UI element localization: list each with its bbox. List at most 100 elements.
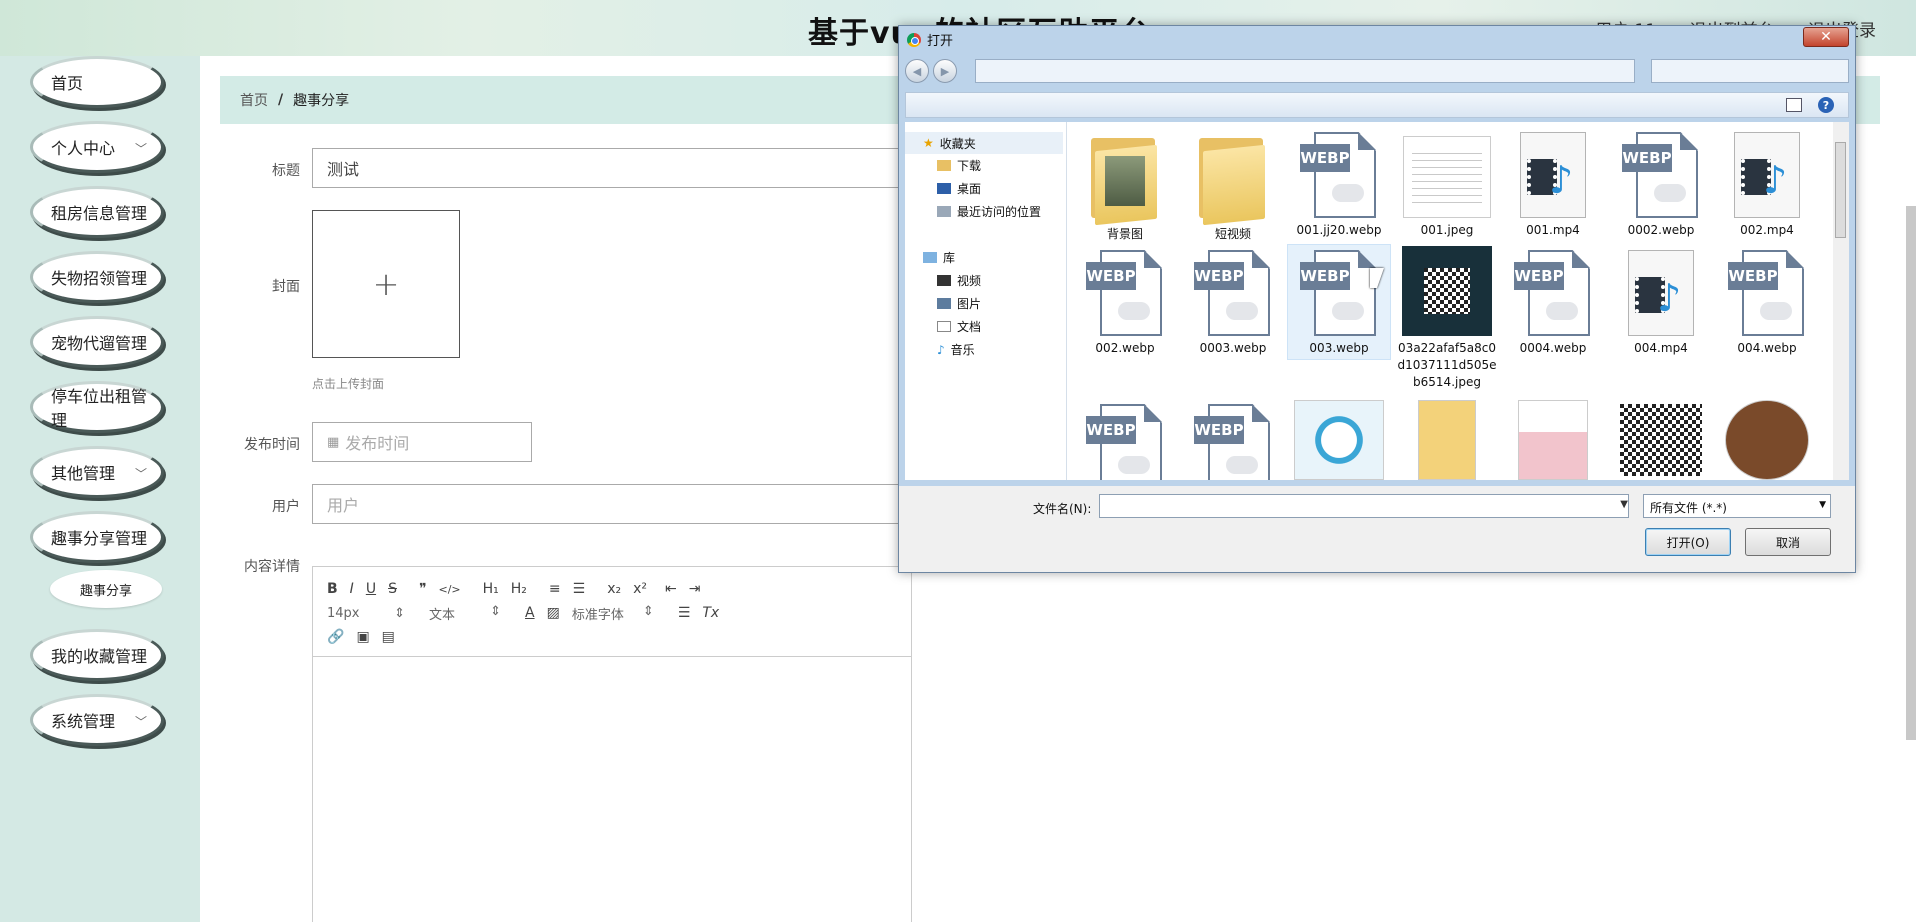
file-item[interactable]: 短视频 [1183, 132, 1283, 243]
file-item[interactable] [1717, 400, 1817, 480]
background-color-icon[interactable]: ▨ [547, 605, 560, 621]
nav-libraries[interactable]: 库 [923, 249, 955, 266]
file-item[interactable]: WEBP 001.jj20.webp [1289, 132, 1389, 239]
publish-time-picker[interactable]: ▦ 发布时间 [312, 422, 532, 462]
nav-desktop[interactable]: 桌面 [937, 180, 981, 197]
scrollbar-thumb[interactable] [1835, 142, 1846, 238]
nav-favorites[interactable]: ★ 收藏夹 [905, 132, 1063, 154]
open-button[interactable]: 打开(O) [1645, 528, 1731, 556]
image-icon[interactable]: ▣ [356, 629, 369, 645]
subscript-icon[interactable]: x₂ [607, 581, 621, 597]
close-button[interactable]: ✕ [1803, 27, 1849, 47]
file-item[interactable]: WEBP [1075, 404, 1175, 480]
webp-file-icon: WEBP [1300, 250, 1378, 336]
file-item[interactable]: 001.jpeg [1397, 136, 1497, 239]
file-name: 004.mp4 [1634, 341, 1688, 355]
file-item[interactable] [1289, 400, 1389, 480]
file-item-selected[interactable]: WEBP 003.webp [1287, 244, 1391, 360]
qr-image-thumbnail-icon [1616, 400, 1706, 480]
sidebar-item-pet-walking[interactable]: 宠物代遛管理 [30, 316, 164, 368]
address-bar[interactable] [975, 59, 1635, 83]
sidebar-item-rental[interactable]: 租房信息管理 [30, 186, 164, 238]
font-color-icon[interactable]: A [525, 605, 535, 621]
help-icon[interactable]: ? [1818, 97, 1834, 113]
page-scrollbar[interactable] [1906, 206, 1916, 740]
file-item[interactable]: WEBP [1183, 404, 1283, 480]
file-name: 002.mp4 [1740, 223, 1794, 237]
superscript-icon[interactable]: x² [633, 581, 647, 597]
nav-recent[interactable]: 最近访问的位置 [937, 203, 1041, 220]
clear-format-icon[interactable]: Tx [702, 605, 719, 621]
preview-pane-icon[interactable] [1786, 98, 1802, 112]
sidebar-item-label: 个人中心 [51, 139, 116, 158]
strike-icon[interactable]: S [388, 581, 397, 597]
file-item[interactable]: WEBP 0002.webp [1611, 132, 1711, 239]
outdent-icon[interactable]: ⇤ [665, 581, 677, 597]
select-arrows-icon: ⇕ [394, 605, 405, 621]
file-item[interactable] [1503, 400, 1603, 480]
underline-icon[interactable]: U [366, 581, 376, 597]
rich-text-editor[interactable]: B I U S ❞ </> H₁ H₂ ≡ ☰ x₂ x² ⇤ ⇥ 14px ⇕ … [312, 566, 912, 922]
filename-input[interactable]: ▼ [1099, 494, 1629, 518]
nav-downloads[interactable]: 下载 [937, 157, 981, 174]
sidebar-item-system[interactable]: 系统管理 ﹀ [30, 694, 164, 746]
text-style-select[interactable]: 文本 ⇕ [429, 604, 513, 623]
sidebar-item-parking[interactable]: 停车位出租管理 [30, 381, 164, 433]
breadcrumb-home[interactable]: 首页 [240, 90, 268, 110]
sidebar-item-favorites[interactable]: 我的收藏管理 [30, 629, 164, 681]
nav-documents[interactable]: 文档 [937, 318, 981, 335]
sidebar-item-fun-share[interactable]: 趣事分享管理 [30, 511, 164, 563]
file-item[interactable]: WEBP 004.webp [1717, 250, 1817, 357]
link-icon[interactable]: 🔗 [327, 629, 344, 645]
file-item[interactable] [1611, 400, 1711, 480]
recent-places-icon [937, 206, 951, 217]
sidebar-item-home[interactable]: 首页 [30, 56, 164, 108]
filetype-select[interactable]: 所有文件 (*.*) ▼ [1643, 494, 1831, 518]
file-item[interactable]: ♪ 002.mp4 [1717, 132, 1817, 239]
font-size-select[interactable]: 14px ⇕ [327, 606, 417, 621]
chevron-down-icon[interactable]: ▼ [1620, 499, 1628, 510]
sidebar-item-lost-found[interactable]: 失物招领管理 [30, 251, 164, 303]
indent-icon[interactable]: ⇥ [689, 581, 701, 597]
nav-pictures[interactable]: 图片 [937, 295, 981, 312]
file-item[interactable]: WEBP 0004.webp [1503, 250, 1603, 357]
cancel-button[interactable]: 取消 [1745, 528, 1831, 556]
sidebar-item-personal-center[interactable]: 个人中心 ﹀ [30, 121, 164, 173]
code-icon[interactable]: </> [439, 583, 461, 596]
music-note-icon: ♪ [937, 342, 945, 357]
file-item[interactable]: ♪ 004.mp4 [1611, 250, 1711, 357]
dialog-navbar: ◀ ▶ [905, 56, 1849, 86]
cover-upload[interactable]: + [312, 210, 460, 358]
italic-icon[interactable]: I [350, 581, 354, 597]
file-item[interactable] [1397, 400, 1497, 480]
nav-music[interactable]: ♪ 音乐 [937, 341, 975, 358]
bold-icon[interactable]: B [327, 581, 338, 597]
align-icon[interactable]: ☰ [678, 605, 691, 621]
heading1-icon[interactable]: H₁ [483, 581, 499, 597]
sidebar-item-other[interactable]: 其他管理 ﹀ [30, 446, 164, 498]
quote-icon[interactable]: ❞ [419, 581, 427, 597]
file-item[interactable]: WEBP 002.webp [1075, 250, 1175, 357]
file-item[interactable]: 背景图 [1075, 132, 1175, 243]
font-size-value: 14px [327, 605, 360, 621]
file-list-scrollbar[interactable] [1833, 122, 1849, 480]
select-arrows-icon: ⇕ [642, 603, 654, 619]
bullet-list-icon[interactable]: ☰ [573, 581, 586, 597]
nav-videos[interactable]: 视频 [937, 272, 981, 289]
file-name: 002.webp [1095, 341, 1155, 355]
back-arrow-icon[interactable]: ◀ [905, 59, 929, 83]
forward-arrow-icon[interactable]: ▶ [933, 59, 957, 83]
mouse-cursor-icon [1370, 268, 1384, 288]
file-item[interactable]: ♪ 001.mp4 [1503, 132, 1603, 239]
heading2-icon[interactable]: H₂ [511, 581, 527, 597]
sidebar-subitem-fun-share[interactable]: 趣事分享 [50, 570, 162, 608]
video-icon[interactable]: ▤ [382, 629, 395, 645]
file-item[interactable]: 03a22afaf5a8c0d1037111d505eb6514.jpeg [1397, 246, 1497, 391]
publish-time-placeholder: 发布时间 [345, 434, 410, 453]
ordered-list-icon[interactable]: ≡ [549, 581, 561, 597]
file-item[interactable]: WEBP 0003.webp [1183, 250, 1283, 357]
file-name: 001.mp4 [1526, 223, 1580, 237]
file-name: 背景图 [1106, 227, 1143, 241]
font-family-select[interactable]: 标准字体 ⇕ [572, 604, 666, 623]
search-box[interactable] [1651, 59, 1849, 83]
